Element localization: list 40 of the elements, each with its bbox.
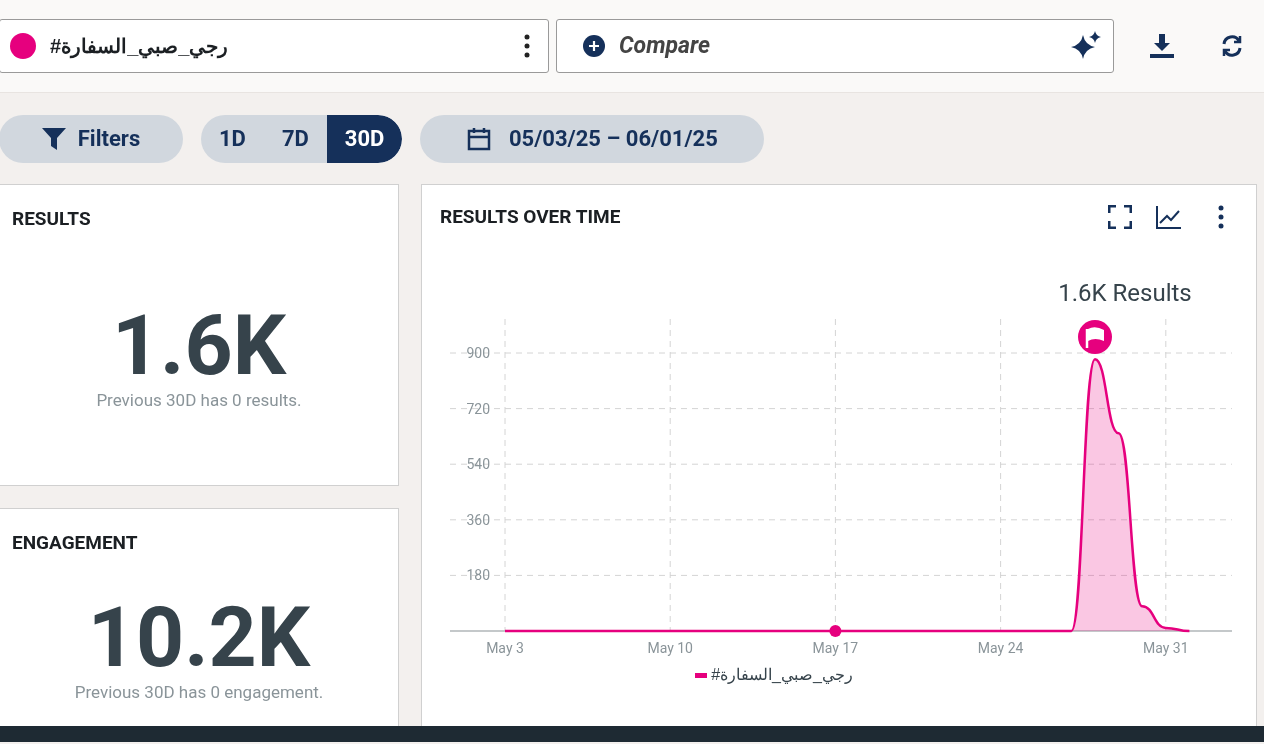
card-title: RESULTS OVER TIME [440, 203, 622, 230]
compare-field[interactable]: Compare [556, 19, 1114, 73]
refresh-icon[interactable] [1220, 34, 1244, 58]
calendar-icon [466, 126, 491, 151]
x-tick-label: May 17 [812, 640, 859, 656]
fullscreen-icon[interactable] [1108, 205, 1132, 229]
sparkle-icon[interactable] [1071, 31, 1101, 61]
y-tick-label: 540 [466, 456, 490, 473]
line-chart-icon[interactable] [1156, 205, 1182, 229]
x-tick-label: May 3 [486, 640, 524, 656]
y-tick-label: 900 [466, 345, 490, 361]
range-tab[interactable]: 1D [201, 114, 264, 163]
stat-note: Previous 30D has 0 results. [96, 388, 302, 412]
compare-input[interactable]: Compare [619, 28, 1057, 64]
download-icon[interactable] [1149, 33, 1175, 59]
data-point[interactable] [829, 625, 842, 637]
y-tick-label: 720 [466, 400, 490, 417]
annotation-label: 1.6K Results [1058, 279, 1192, 307]
y-tick-label: 360 [466, 511, 490, 528]
filter-icon [41, 127, 66, 150]
range-tab[interactable]: 30D [326, 114, 403, 163]
stat-value: 1.6K [111, 305, 287, 386]
topic-label: #رجي_صبي_السفارة [50, 34, 230, 61]
more-icon[interactable] [524, 34, 530, 58]
range-tab[interactable]: 7D [263, 114, 327, 163]
filters-button[interactable]: Filters [0, 114, 183, 163]
more-icon[interactable] [1218, 205, 1224, 229]
card-title: RESULTS [12, 206, 92, 232]
x-tick-label: May 10 [647, 640, 693, 656]
card-title: ENGAGEMENT [12, 530, 139, 556]
date-range-button[interactable]: 05/03/25 – 06/01/25 [420, 114, 765, 163]
x-tick-label: May 31 [1143, 640, 1189, 656]
x-tick-label: May 24 [977, 640, 1024, 656]
plus-circle-icon [583, 35, 605, 57]
stat-note: Previous 30D has 0 engagement. [74, 680, 324, 704]
topic-field[interactable]: #رجي_صبي_السفارة [0, 19, 549, 73]
flag-marker-icon[interactable] [1078, 320, 1112, 354]
legend-label: #رجي_صبي_السفارة [711, 665, 853, 686]
y-tick-label: 180 [466, 567, 490, 584]
stat-value: 10.2K [87, 597, 311, 678]
